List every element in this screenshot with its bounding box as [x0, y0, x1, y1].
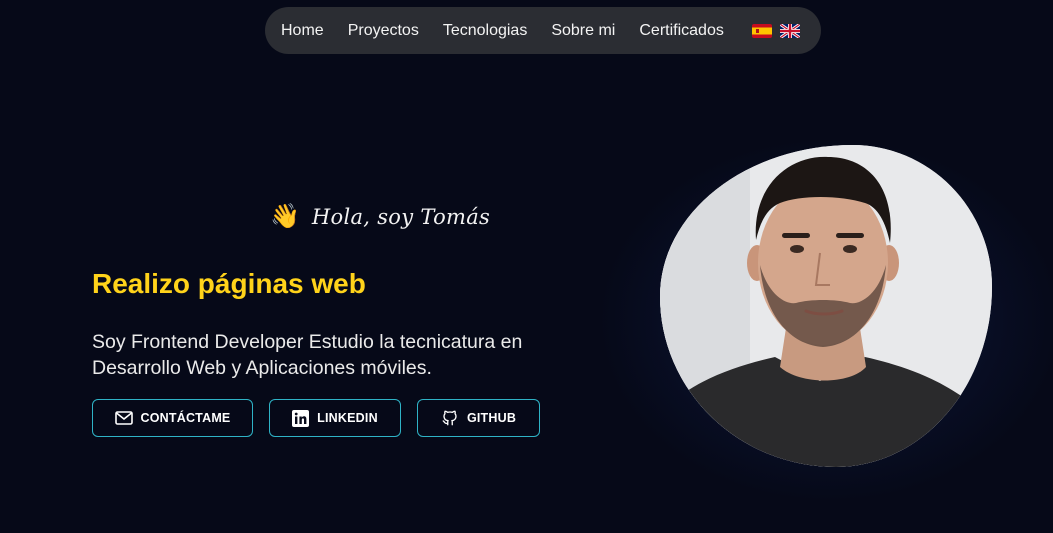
mail-icon — [114, 411, 133, 425]
github-button[interactable]: GITHUB — [417, 399, 540, 437]
headline: Realizo páginas web — [92, 268, 366, 299]
page: Home Proyectos Tecnologias Sobre mi Cert… — [0, 0, 1053, 533]
contact-button-label: CONTÁCTAME — [140, 411, 231, 425]
nav-link-sobre-mi[interactable]: Sobre mi — [551, 22, 615, 40]
greeting-text: Hola, soy Tomás — [311, 205, 491, 229]
linkedin-button-label: LINKEDIN — [317, 411, 378, 425]
nav-link-certificados[interactable]: Certificados — [639, 22, 723, 40]
waving-hand-icon: 👋 — [270, 203, 300, 230]
github-button-label: GITHUB — [466, 411, 517, 425]
contact-button[interactable]: CONTÁCTAME — [92, 399, 253, 437]
profile-photo — [660, 145, 992, 467]
spain-flag-icon[interactable] — [751, 23, 772, 38]
github-icon — [442, 410, 457, 426]
nav-link-tecnologias[interactable]: Tecnologias — [443, 22, 528, 40]
uk-flag-icon[interactable] — [779, 23, 800, 38]
linkedin-icon — [292, 409, 310, 427]
nav-link-home[interactable]: Home — [281, 22, 324, 40]
language-switcher — [751, 23, 800, 38]
description: Soy Frontend Developer Estudio la tecnic… — [92, 331, 523, 379]
linkedin-button[interactable]: LINKEDIN — [269, 399, 401, 437]
nav-link-proyectos[interactable]: Proyectos — [348, 22, 419, 40]
greeting: 👋 Hola, soy Tomás — [270, 203, 491, 230]
top-navbar: Home Proyectos Tecnologias Sobre mi Cert… — [265, 7, 821, 54]
